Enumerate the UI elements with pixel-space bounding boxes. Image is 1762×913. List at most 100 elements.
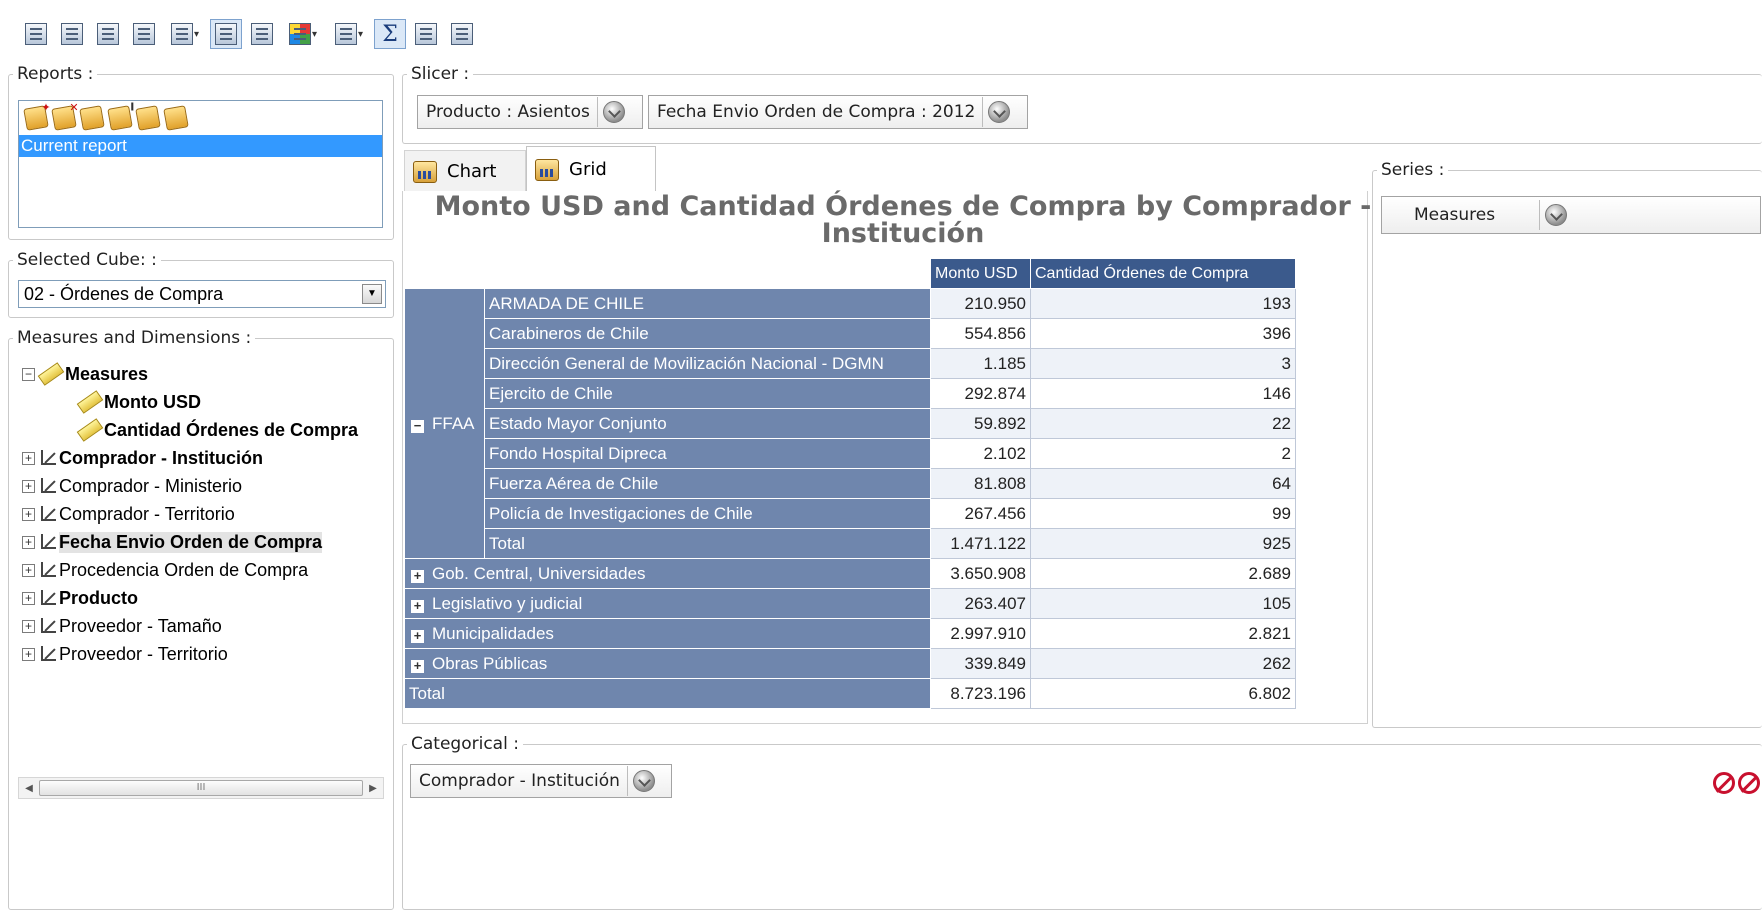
collapse-icon[interactable]: − (22, 367, 35, 381)
dimension-icon (39, 505, 57, 523)
tree-node-proveedor-territorio[interactable]: + Proveedor - Territorio (22, 640, 382, 668)
scroll-right-icon[interactable]: ▶ (363, 783, 383, 794)
cube-select[interactable]: 02 - Órdenes de Compra ▼ (18, 280, 386, 308)
expand-icon[interactable]: + (22, 479, 35, 493)
chart-icon (413, 160, 437, 183)
expand-icon[interactable]: + (22, 535, 35, 549)
pivot-icon[interactable] (56, 19, 88, 49)
table-row: + Gob. Central, Universidades 3.650.908 2… (404, 558, 1296, 589)
grid-title: Monto USD and Cantidad Órdenes de Compra… (434, 191, 1372, 249)
chevron-down-icon[interactable]: ▼ (362, 284, 382, 304)
categorical-item-comprador[interactable]: Comprador - Institución (410, 764, 672, 798)
show-mdx-icon[interactable] (20, 19, 52, 49)
slicer-legend: Slicer : (411, 64, 470, 84)
expand-icon[interactable]: + (411, 629, 424, 643)
expand-icon[interactable]: + (22, 563, 35, 577)
tab-grid-label: Grid (569, 159, 607, 180)
row-label[interactable]: Fuerza Aérea de Chile (484, 468, 931, 499)
tree-node-fecha-envio[interactable]: + Fecha Envio Orden de Compra (22, 528, 382, 556)
row-group-collapsed[interactable]: + Obras Públicas (404, 648, 931, 679)
clear-chart-icon[interactable] (1713, 772, 1735, 794)
slicer-item-label: Fecha Envio Orden de Compra : 2012 (657, 102, 976, 122)
tree-horizontal-scrollbar[interactable]: ◀ III ▶ (18, 777, 384, 799)
delete-report-icon[interactable]: ✕ (51, 101, 78, 131)
scroll-left-icon[interactable]: ◀ (19, 783, 39, 794)
row-label[interactable]: Dirección General de Movilización Nacion… (484, 348, 931, 379)
copy-icon[interactable] (92, 19, 124, 49)
sum-icon[interactable]: Σ (374, 19, 406, 49)
series-item-measures[interactable]: Measures (1381, 196, 1761, 234)
scroll-thumb[interactable]: III (39, 780, 363, 796)
row-group-ffaa[interactable]: − FFAA (404, 288, 485, 559)
filter-icon[interactable]: ▾ (164, 19, 206, 49)
row-group-collapsed[interactable]: + Legislativo y judicial (404, 588, 931, 619)
save-report-icon[interactable] (163, 105, 189, 131)
export-chart-icon[interactable] (446, 19, 478, 49)
tree-node-cantidad[interactable]: Cantidad Órdenes de Compra (22, 416, 382, 444)
color-icon[interactable]: ▾ (282, 19, 324, 49)
row-label[interactable]: ARMADA DE CHILE (484, 288, 931, 319)
column-header-monto[interactable]: Monto USD (930, 258, 1031, 289)
tab-chart[interactable]: Chart (404, 150, 526, 192)
expand-icon[interactable]: + (22, 451, 35, 465)
swap-axes-icon[interactable] (410, 19, 442, 49)
dropdown-icon[interactable] (632, 770, 655, 792)
tab-grid[interactable]: Grid (526, 146, 656, 192)
expand-icon[interactable]: + (22, 619, 35, 633)
open-report-icon[interactable] (79, 105, 105, 131)
table-row: Dirección General de Movilización Nacion… (405, 348, 1296, 379)
collapse-icon[interactable]: − (411, 419, 424, 433)
table-row: Carabineros de Chile 554.856 396 (405, 318, 1296, 349)
expand-icon[interactable]: + (411, 659, 424, 673)
chart-grid-icon[interactable] (246, 19, 278, 49)
bottom-actions (1713, 772, 1760, 794)
slicer-item-producto[interactable]: Producto : Asientos (417, 95, 643, 129)
outline-icon[interactable] (210, 19, 242, 49)
dropdown-icon[interactable] (1545, 204, 1567, 226)
tree-node-measures[interactable]: − Measures (22, 360, 382, 388)
tree-node-comprador-ministerio[interactable]: + Comprador - Ministerio (22, 472, 382, 500)
row-label[interactable]: Estado Mayor Conjunto (484, 408, 931, 439)
row-group-collapsed[interactable]: + Gob. Central, Universidades (404, 558, 931, 589)
cell-cantidad: 6.802 (1030, 678, 1296, 709)
expand-icon[interactable]: + (22, 507, 35, 521)
row-label[interactable]: Policía de Investigaciones de Chile (484, 498, 931, 529)
expand-icon[interactable]: + (22, 647, 35, 661)
row-label: Total (484, 528, 931, 559)
slicer-item-fecha[interactable]: Fecha Envio Orden de Compra : 2012 (648, 95, 1028, 129)
expand-icon[interactable]: + (22, 591, 35, 605)
tree-node-monto-usd[interactable]: Monto USD (22, 388, 382, 416)
rename-report-icon[interactable]: I (107, 101, 134, 131)
report-item-current[interactable]: Current report (19, 135, 382, 157)
dropdown-icon[interactable] (602, 101, 625, 123)
row-group-collapsed[interactable]: + Municipalidades (404, 618, 931, 649)
clear-filter-icon[interactable] (1738, 772, 1760, 794)
row-label[interactable]: Fondo Hospital Dipreca (484, 438, 931, 469)
column-header-cantidad[interactable]: Cantidad Órdenes de Compra (1030, 258, 1296, 289)
tree-node-proveedor-tamano[interactable]: + Proveedor - Tamaño (22, 612, 382, 640)
row-height-icon[interactable]: ▾ (328, 19, 370, 49)
tree-node-procedencia[interactable]: + Procedencia Orden de Compra (22, 556, 382, 584)
reports-legend: Reports : (17, 64, 94, 84)
copy-report-icon[interactable] (135, 105, 161, 131)
cell-monto: 267.456 (930, 498, 1031, 529)
cell-cantidad: 3 (1030, 348, 1296, 379)
row-group-label: Municipalidades (432, 623, 554, 643)
expand-icon[interactable]: + (411, 599, 424, 613)
tree-node-comprador-territorio[interactable]: + Comprador - Territorio (22, 500, 382, 528)
tree-node-comprador-institucion[interactable]: + Comprador - Institución (22, 444, 382, 472)
tree-node-label: Comprador - Territorio (59, 503, 235, 524)
expand-icon[interactable]: + (411, 569, 424, 583)
row-label[interactable]: Ejercito de Chile (484, 378, 931, 409)
cell-monto: 210.950 (930, 288, 1031, 319)
dimension-icon (39, 533, 57, 551)
dropdown-icon[interactable] (988, 101, 1011, 123)
cell-cantidad: 396 (1030, 318, 1296, 349)
cell-cantidad: 262 (1030, 648, 1296, 679)
row-label[interactable]: Carabineros de Chile (484, 318, 931, 349)
measure-icon (76, 418, 104, 442)
row-group-label: Legislativo y judicial (432, 593, 583, 613)
paste-icon[interactable] (128, 19, 160, 49)
tree-node-producto[interactable]: + Producto (22, 584, 382, 612)
new-report-icon[interactable]: ✦ (23, 101, 50, 131)
